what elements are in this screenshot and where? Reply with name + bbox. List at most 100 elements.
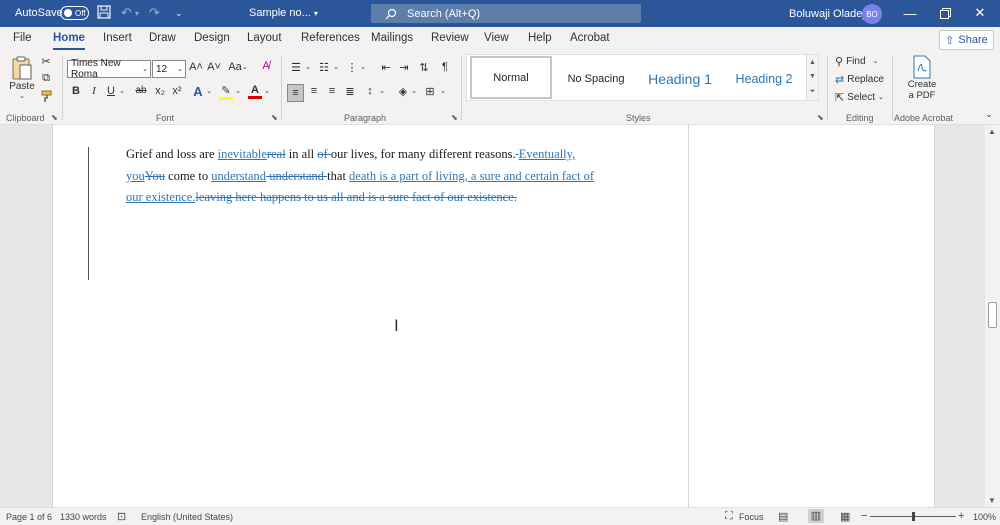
increase-indent-icon[interactable]: ⇥ <box>396 61 412 74</box>
paragraph-launcher-icon[interactable]: ⬊ <box>451 113 458 122</box>
vertical-scrollbar[interactable]: ▲ ▼ <box>985 125 1000 507</box>
bullets-icon[interactable]: ☰ <box>288 61 304 74</box>
read-mode-icon[interactable]: ▤ <box>778 510 788 523</box>
align-center-icon[interactable]: ≡ <box>306 85 322 97</box>
style-normal[interactable]: Normal <box>470 56 552 99</box>
tab-mailings[interactable]: Mailings <box>371 32 413 44</box>
font-size-dropdown-icon[interactable]: ⌄ <box>177 65 183 73</box>
shading-icon[interactable]: ◈ <box>395 85 411 98</box>
web-layout-icon[interactable]: ▦ <box>840 510 850 523</box>
focus-label[interactable]: Focus <box>739 512 764 522</box>
gallery-down-icon[interactable]: ▼ <box>809 73 816 80</box>
font-launcher-icon[interactable]: ⬊ <box>271 113 278 122</box>
tab-design[interactable]: Design <box>194 32 230 44</box>
clipboard-launcher-icon[interactable]: ⬊ <box>51 113 58 122</box>
cut-icon[interactable]: ✂ <box>40 55 52 68</box>
font-name-box[interactable]: Times New Roma ⌄ <box>67 58 151 80</box>
font-color-dropdown-icon[interactable]: ⌄ <box>263 87 271 95</box>
gallery-more-icon[interactable]: ⏷ <box>810 88 816 96</box>
bullets-dropdown-icon[interactable]: ⌄ <box>304 63 312 71</box>
underline-button[interactable]: U <box>105 85 117 97</box>
numbering-icon[interactable]: ☷ <box>316 61 332 74</box>
style-no-spacing[interactable]: No Spacing <box>555 55 637 102</box>
font-size-box[interactable]: 12 ⌄ <box>152 60 186 78</box>
line-spacing-dropdown-icon[interactable]: ⌄ <box>378 87 386 95</box>
page-count[interactable]: Page 1 of 6 <box>6 512 52 522</box>
create-pdf-button[interactable]: Create a PDF <box>900 55 944 101</box>
minimize-button[interactable]: — <box>895 3 925 23</box>
replace-button[interactable]: ⇄ Replace <box>835 72 884 86</box>
underline-dropdown-icon[interactable]: ⌄ <box>118 87 126 95</box>
avatar[interactable]: BO <box>862 4 882 24</box>
search-box[interactable]: Search (Alt+Q) <box>371 4 641 23</box>
zoom-slider-thumb[interactable] <box>912 512 915 521</box>
font-name-dropdown-icon[interactable]: ⌄ <box>142 65 148 73</box>
borders-icon[interactable]: ⊞ <box>422 85 438 98</box>
shading-dropdown-icon[interactable]: ⌄ <box>410 87 418 95</box>
decrease-indent-icon[interactable]: ⇤ <box>378 61 394 74</box>
tab-insert[interactable]: Insert <box>103 32 132 44</box>
tab-layout[interactable]: Layout <box>247 32 282 44</box>
grow-font-button[interactable]: A˄ <box>189 61 203 73</box>
customize-toolbar-icon[interactable]: ⌄ <box>175 8 183 19</box>
sort-icon[interactable]: ⇅ <box>416 61 432 74</box>
tab-home[interactable]: Home <box>53 32 85 50</box>
highlight-button[interactable]: ✎ <box>219 84 233 100</box>
strikethrough-button[interactable]: ab <box>133 85 149 96</box>
line-spacing-icon[interactable]: ↕ <box>362 85 378 97</box>
subscript-button[interactable]: x₂ <box>153 85 167 97</box>
italic-button[interactable]: I <box>88 85 100 97</box>
user-name[interactable]: Boluwaji Oladeji <box>789 8 867 20</box>
find-button[interactable]: ⚲ Find ⌄ <box>835 54 878 68</box>
text-effects-button[interactable]: A <box>191 84 205 99</box>
tab-review[interactable]: Review <box>431 32 469 44</box>
tab-file[interactable]: File <box>13 32 32 44</box>
language-indicator[interactable]: English (United States) <box>141 512 233 522</box>
autosave-toggle[interactable]: Off <box>60 6 89 20</box>
share-button[interactable]: ⇧ Share <box>939 30 994 50</box>
align-right-icon[interactable]: ≡ <box>324 85 340 97</box>
tab-acrobat[interactable]: Acrobat <box>570 32 610 44</box>
numbering-dropdown-icon[interactable]: ⌄ <box>332 63 340 71</box>
tab-draw[interactable]: Draw <box>149 32 176 44</box>
document-title[interactable]: Sample no... ▾ <box>249 7 318 19</box>
scroll-up-icon[interactable]: ▲ <box>988 127 996 136</box>
save-icon[interactable] <box>97 5 111 19</box>
highlight-dropdown-icon[interactable]: ⌄ <box>234 87 242 95</box>
shrink-font-button[interactable]: A˅ <box>207 61 221 73</box>
text-effects-dropdown-icon[interactable]: ⌄ <box>205 87 213 95</box>
redo-icon[interactable]: ↷ <box>149 5 160 21</box>
document-body-text[interactable]: Grief and loss are inevitablereal in all… <box>126 144 606 209</box>
collapse-ribbon-icon[interactable]: ⌄ <box>983 109 995 120</box>
show-formatting-icon[interactable]: ¶ <box>438 61 452 73</box>
copy-icon[interactable]: ⧉ <box>40 72 52 85</box>
style-heading-1[interactable]: Heading 1 <box>639 55 721 102</box>
proofing-icon[interactable]: ⊡ <box>117 510 126 523</box>
gallery-up-icon[interactable]: ▲ <box>809 59 816 66</box>
tab-references[interactable]: References <box>301 32 360 44</box>
superscript-button[interactable]: x² <box>170 85 184 97</box>
font-color-button[interactable]: A <box>248 84 262 99</box>
scroll-thumb[interactable] <box>988 302 997 328</box>
zoom-out-button[interactable]: − <box>861 510 867 522</box>
style-heading-2[interactable]: Heading 2 <box>723 55 805 102</box>
borders-dropdown-icon[interactable]: ⌄ <box>439 87 447 95</box>
zoom-in-button[interactable]: + <box>958 510 964 522</box>
close-button[interactable]: ✕ <box>965 3 995 23</box>
focus-icon[interactable]: ⛶ <box>725 510 733 523</box>
zoom-level[interactable]: 100% <box>973 512 996 522</box>
paste-button[interactable]: Paste ⌄ <box>8 55 36 100</box>
align-left-icon[interactable]: ≡ <box>287 84 304 102</box>
format-painter-icon[interactable] <box>40 90 54 103</box>
tab-view[interactable]: View <box>484 32 509 44</box>
undo-dropdown-icon[interactable]: ▾ <box>135 9 139 18</box>
bold-button[interactable]: B <box>70 85 82 97</box>
justify-icon[interactable]: ≣ <box>342 85 358 98</box>
restore-button[interactable] <box>930 3 960 23</box>
scroll-down-icon[interactable]: ▼ <box>988 496 996 505</box>
print-layout-icon[interactable]: ▥ <box>808 509 824 523</box>
multilevel-dropdown-icon[interactable]: ⌄ <box>359 63 367 71</box>
styles-launcher-icon[interactable]: ⬊ <box>817 113 824 122</box>
clear-formatting-icon[interactable]: A̸ <box>259 60 273 72</box>
change-case-button[interactable]: Aa ⌄ <box>227 61 249 73</box>
